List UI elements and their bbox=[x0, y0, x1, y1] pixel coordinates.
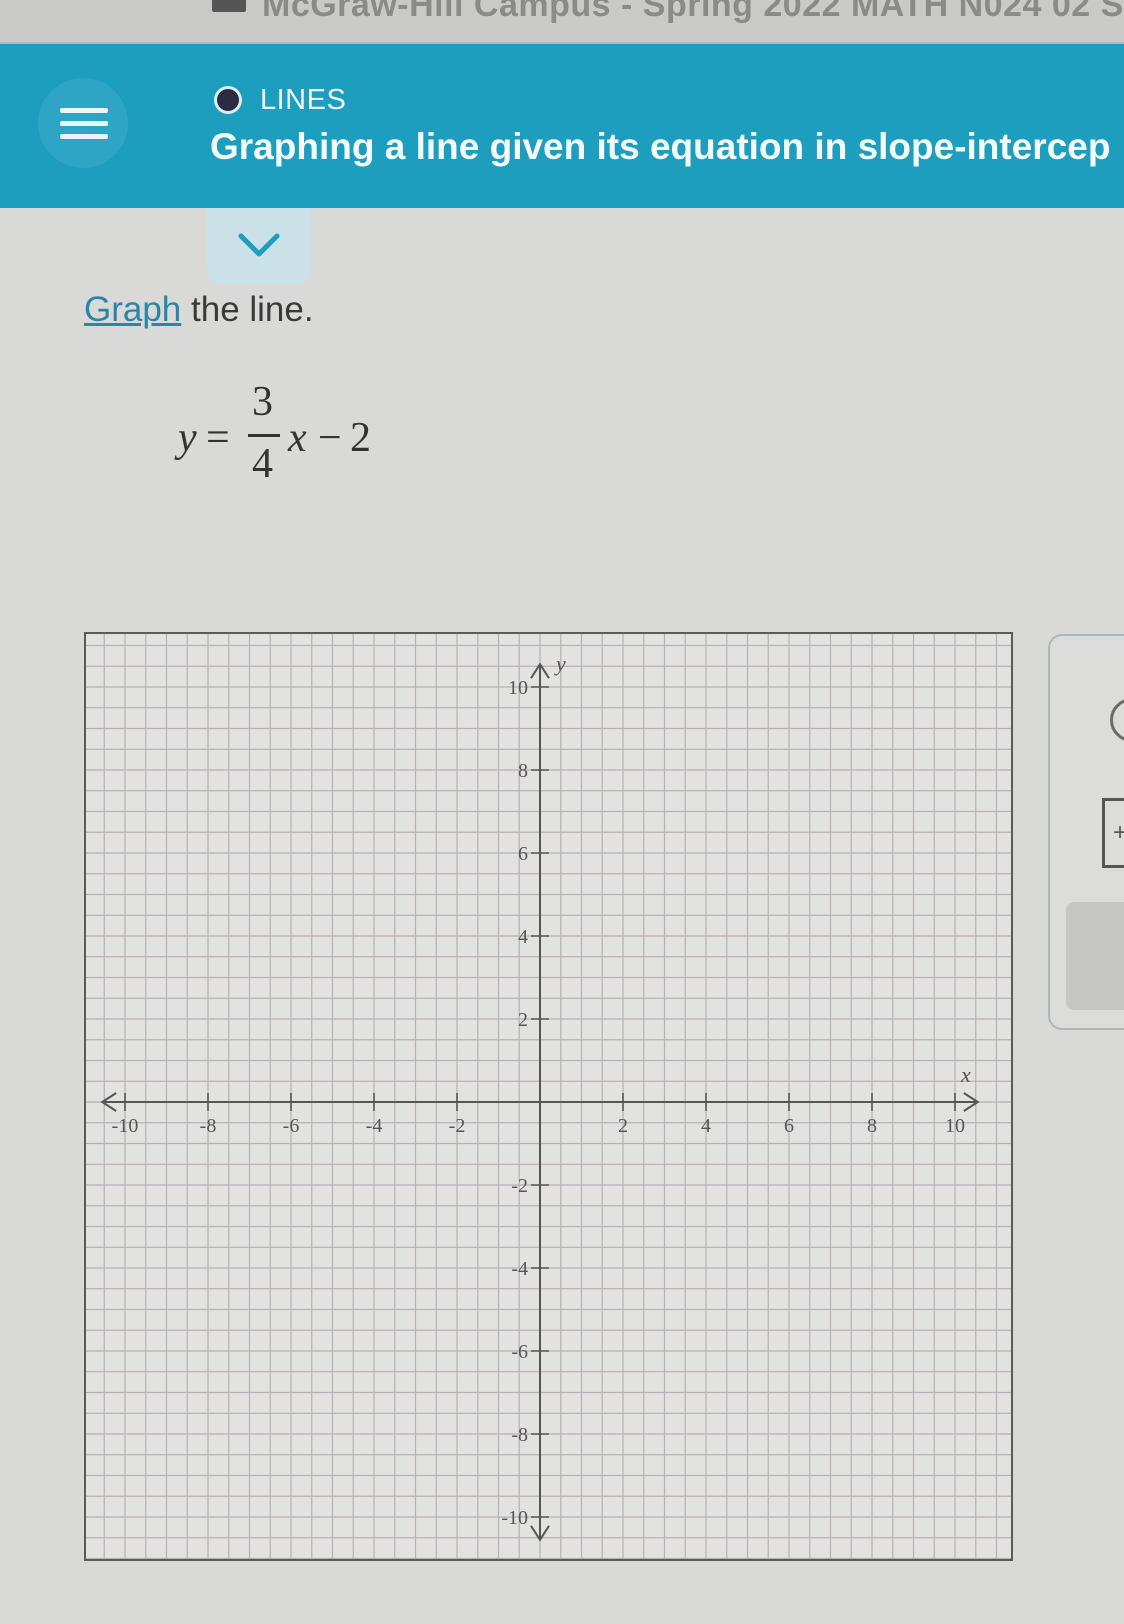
equation-constant: 2 bbox=[350, 415, 371, 461]
browser-tab-title: McGraw-Hill Campus - Spring 2022 MATH N0… bbox=[262, 0, 1124, 24]
x-tick-label: 6 bbox=[784, 1115, 794, 1137]
x-tick-label: -10 bbox=[112, 1115, 139, 1137]
equation-variable: x bbox=[288, 415, 307, 461]
x-tick-label: -4 bbox=[366, 1115, 383, 1137]
x-tick-label: -2 bbox=[449, 1115, 466, 1137]
chevron-down-icon bbox=[238, 233, 280, 257]
x-tick-label: -8 bbox=[200, 1115, 217, 1137]
x-axis-label: x bbox=[960, 1062, 971, 1087]
x-tick-label: 4 bbox=[701, 1115, 711, 1137]
y-axis-label: y bbox=[554, 651, 566, 676]
tool-option-button[interactable] bbox=[1066, 902, 1124, 1010]
y-tick-label: -4 bbox=[511, 1258, 528, 1280]
equation-operator: − bbox=[318, 415, 342, 461]
lesson-title: Graphing a line given its equation in sl… bbox=[210, 126, 1111, 167]
y-tick-label: -8 bbox=[511, 1424, 528, 1446]
y-tick-label: 6 bbox=[518, 843, 528, 865]
equation-lhs: y bbox=[178, 415, 197, 461]
y-tick-label: 10 bbox=[508, 677, 528, 699]
problem-prompt: Graph the line. bbox=[84, 290, 314, 330]
point-tool-button[interactable]: + bbox=[1102, 798, 1124, 868]
collapse-header-button[interactable] bbox=[207, 208, 311, 284]
y-tick-label: -10 bbox=[501, 1507, 528, 1529]
menu-button[interactable] bbox=[38, 78, 128, 168]
hamburger-menu-icon bbox=[60, 108, 108, 113]
y-tick-label: -6 bbox=[511, 1341, 528, 1363]
hamburger-menu-icon-line bbox=[60, 134, 108, 139]
topic-label: LINES bbox=[260, 84, 347, 116]
prompt-text: the line. bbox=[181, 290, 314, 329]
coordinate-plane[interactable]: -10 -8 -6 -4 -2 2 4 6 8 10 -10 -8 -6 -4 -2 2 4 6 8 10 x y bbox=[86, 634, 1011, 1559]
site-favicon-icon bbox=[212, 0, 246, 12]
hamburger-menu-icon-line bbox=[60, 121, 108, 126]
y-tick-label: 2 bbox=[518, 1009, 528, 1031]
y-tick-label: 4 bbox=[518, 926, 528, 948]
line-tool-icon[interactable] bbox=[1110, 698, 1124, 742]
equation-equals: = bbox=[206, 415, 230, 461]
slope-denominator: 4 bbox=[252, 441, 273, 487]
fraction-bar bbox=[248, 434, 280, 437]
graphing-canvas[interactable]: -10 -8 -6 -4 -2 2 4 6 8 10 -10 -8 -6 -4 -2 2 4 6 8 10 x y bbox=[84, 632, 1013, 1561]
x-tick-label: 8 bbox=[867, 1115, 877, 1137]
x-tick-label: 10 bbox=[945, 1115, 965, 1137]
crosshair-icon: + bbox=[1113, 819, 1124, 846]
topic-status-icon bbox=[214, 86, 242, 114]
y-tick-label: -2 bbox=[511, 1175, 528, 1197]
slope-numerator: 3 bbox=[252, 379, 273, 425]
browser-title-bar: McGraw-Hill Campus - Spring 2022 MATH N0… bbox=[0, 0, 1124, 44]
graph-help-link[interactable]: Graph bbox=[84, 290, 181, 329]
x-tick-label: 2 bbox=[618, 1115, 628, 1137]
graph-tools-panel: + bbox=[1048, 634, 1124, 1030]
x-tick-label: -6 bbox=[283, 1115, 300, 1137]
lesson-header: LINES Graphing a line given its equation… bbox=[0, 44, 1124, 208]
y-tick-label: 8 bbox=[518, 760, 528, 782]
